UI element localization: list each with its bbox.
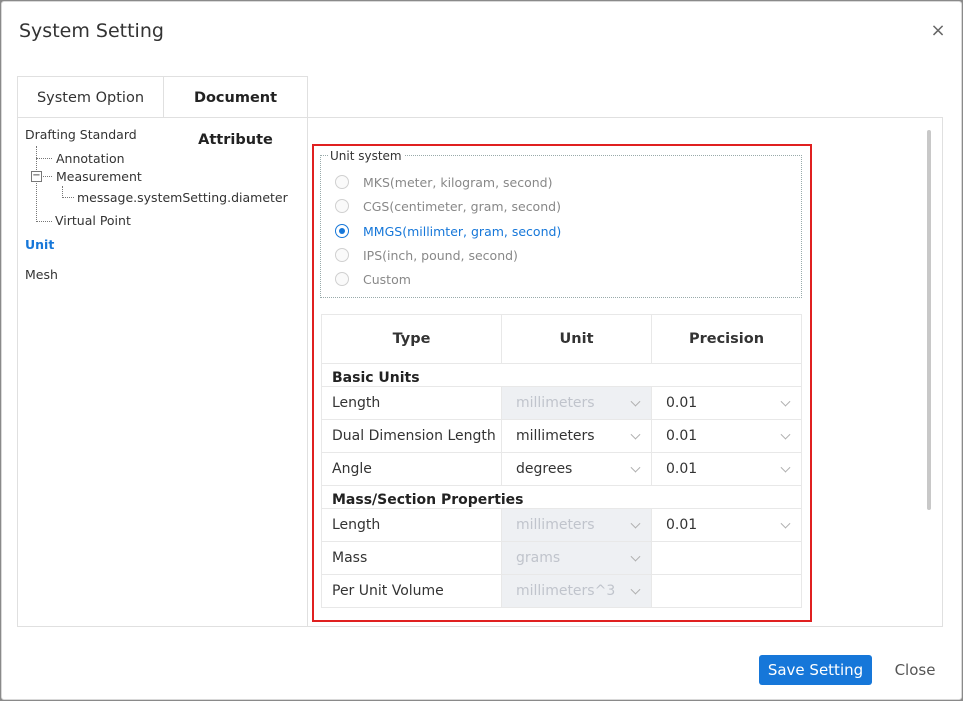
header-precision: Precision xyxy=(688,331,765,347)
table-row: Angle degrees 0.01 xyxy=(322,453,801,486)
chevron-down-icon xyxy=(630,429,641,440)
units-table: Type Unit Precision Basic Units Length m… xyxy=(321,314,802,608)
tab-system-option[interactable]: System Option xyxy=(17,76,163,118)
unit-select: millimeters xyxy=(502,387,652,419)
row-type: Length xyxy=(322,387,502,419)
unit-select[interactable]: millimeters xyxy=(502,420,652,452)
select-value: grams xyxy=(516,550,561,566)
radio-ips[interactable]: IPS(inch, pound, second) xyxy=(335,247,518,263)
radio-label: MMGS(millimter, gram, second) xyxy=(363,223,562,239)
precision-empty xyxy=(652,575,801,607)
select-value: 0.01 xyxy=(666,428,698,444)
header-unit: Unit xyxy=(502,315,652,363)
radio-circle[interactable] xyxy=(335,199,349,213)
tree-item-annotation[interactable]: Annotation xyxy=(56,151,125,166)
tab-document-attribute[interactable]: Document Attribute xyxy=(163,76,308,148)
chevron-down-icon xyxy=(630,396,641,407)
unit-select: millimeters^3 xyxy=(502,575,652,607)
unit-select: millimeters xyxy=(502,509,652,541)
save-setting-button[interactable]: Save Setting xyxy=(759,655,872,685)
chevron-down-icon xyxy=(780,396,791,407)
radio-custom[interactable]: Custom xyxy=(335,271,411,287)
precision-select[interactable]: 0.01 xyxy=(652,509,801,541)
chevron-down-icon xyxy=(780,429,791,440)
tree-item-measurement[interactable]: Measurement xyxy=(56,169,142,184)
radio-mmgs[interactable]: MMGS(millimter, gram, second) xyxy=(335,223,561,239)
select-value: millimeters xyxy=(516,517,595,533)
row-type: Angle xyxy=(322,453,502,485)
tree-item-diameter[interactable]: message.systemSetting.diameter xyxy=(77,190,288,205)
unit-select-disabled: millimeters xyxy=(502,509,651,541)
unit-select[interactable]: degrees xyxy=(502,453,652,485)
row-type: Dual Dimension Length xyxy=(322,420,502,452)
tree-item-drafting-standard[interactable]: Drafting Standard xyxy=(25,127,137,142)
close-icon[interactable]: × xyxy=(929,22,947,40)
table-row: Per Unit Volume millimeters^3 xyxy=(322,575,801,608)
select-value: millimeters^3 xyxy=(516,583,616,599)
table-header-row: Type Unit Precision xyxy=(322,314,801,364)
chevron-down-icon xyxy=(630,584,641,595)
unit-dropdown[interactable]: degrees xyxy=(502,453,651,485)
chevron-down-icon xyxy=(780,518,791,529)
group-basic-units: Basic Units xyxy=(322,364,801,387)
select-value: 0.01 xyxy=(666,395,698,411)
row-type: Mass xyxy=(322,542,502,574)
tree-connector xyxy=(43,176,52,177)
select-value: degrees xyxy=(516,461,573,477)
radio-label: CGS(centimeter, gram, second) xyxy=(363,198,561,214)
precision-empty xyxy=(652,542,801,574)
precision-select[interactable]: 0.01 xyxy=(652,387,801,419)
tree-item-unit[interactable]: Unit xyxy=(25,237,54,252)
select-value: millimeters xyxy=(516,395,595,411)
select-value: 0.01 xyxy=(666,461,698,477)
tree-item-mesh[interactable]: Mesh xyxy=(25,267,58,282)
table-row: Length millimeters 0.01 xyxy=(322,509,801,542)
close-button[interactable]: Close xyxy=(889,655,941,685)
radio-mks[interactable]: MKS(meter, kilogram, second) xyxy=(335,174,552,190)
radio-circle[interactable] xyxy=(335,272,349,286)
radio-label: Custom xyxy=(363,271,411,287)
precision-dropdown[interactable]: 0.01 xyxy=(652,387,801,419)
table-row: Mass grams xyxy=(322,542,801,575)
tree-connector xyxy=(62,197,74,198)
unit-dropdown[interactable]: millimeters xyxy=(502,420,651,452)
row-type: Length xyxy=(322,509,502,541)
precision-select[interactable]: 0.01 xyxy=(652,420,801,452)
chevron-down-icon xyxy=(630,462,641,473)
precision-dropdown[interactable]: 0.01 xyxy=(652,453,801,485)
row-type: Per Unit Volume xyxy=(322,575,502,607)
table-row: Length millimeters 0.01 xyxy=(322,387,801,420)
precision-select[interactable]: 0.01 xyxy=(652,453,801,485)
unit-select-disabled: millimeters^3 xyxy=(502,575,651,607)
unit-select: grams xyxy=(502,542,652,574)
dialog-title: System Setting xyxy=(19,20,164,42)
chevron-down-icon xyxy=(630,551,641,562)
radio-circle[interactable] xyxy=(335,248,349,262)
tree-item-virtual-point[interactable]: Virtual Point xyxy=(55,213,131,228)
precision-dropdown[interactable]: 0.01 xyxy=(652,509,801,541)
chevron-down-icon xyxy=(780,462,791,473)
radio-label: IPS(inch, pound, second) xyxy=(363,247,518,263)
radio-circle[interactable] xyxy=(335,175,349,189)
collapse-icon[interactable]: − xyxy=(31,171,42,182)
tree-connector xyxy=(36,158,52,159)
select-value: 0.01 xyxy=(666,517,698,533)
select-value: millimeters xyxy=(516,428,595,444)
group-mass-section: Mass/Section Properties xyxy=(322,486,801,509)
radio-cgs[interactable]: CGS(centimeter, gram, second) xyxy=(335,198,561,214)
unit-select-disabled: millimeters xyxy=(502,387,651,419)
radio-label: MKS(meter, kilogram, second) xyxy=(363,174,553,190)
chevron-down-icon xyxy=(630,518,641,529)
unit-select-disabled: grams xyxy=(502,542,651,574)
header-type: Type xyxy=(322,315,502,363)
unit-system-legend: Unit system xyxy=(328,149,404,163)
vertical-scrollbar[interactable] xyxy=(927,130,931,510)
radio-circle-checked[interactable] xyxy=(335,224,349,238)
table-row: Dual Dimension Length millimeters 0.01 xyxy=(322,420,801,453)
tree-connector xyxy=(36,221,52,222)
precision-dropdown[interactable]: 0.01 xyxy=(652,420,801,452)
